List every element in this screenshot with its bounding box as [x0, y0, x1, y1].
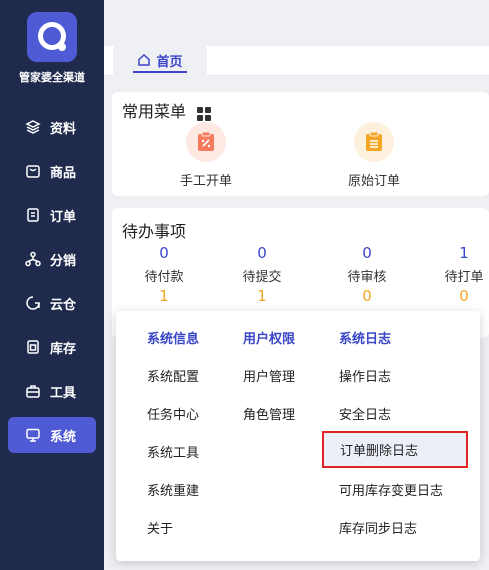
toolbox-icon — [24, 382, 42, 400]
manual-order-icon — [186, 122, 226, 162]
todo-label: 待提交 — [242, 270, 282, 285]
sidebar-item-label: 系统 — [50, 429, 77, 445]
menu-item-system-rebuild[interactable]: 系统重建 — [147, 480, 199, 499]
menu-item-available-stock-change-log[interactable]: 可用库存变更日志 — [339, 480, 443, 499]
original-order-icon — [354, 122, 394, 162]
original-order-tile[interactable]: 原始订单 — [314, 122, 434, 189]
sidebar-item-order[interactable]: 订单 — [8, 197, 96, 233]
todo-item-pending-review[interactable]: 0 待审核 0 — [327, 244, 407, 305]
menu-item-order-deletion-log[interactable]: 订单删除日志 — [322, 431, 468, 468]
todo-label: 待审核 — [347, 270, 387, 285]
sidebar-item-label: 商品 — [50, 165, 77, 181]
menu-item-security-log[interactable]: 安全日志 — [339, 404, 391, 423]
todo-label: 待付款 — [144, 270, 184, 285]
todo-count: 0 — [362, 244, 372, 262]
todo-sub-count: 1 — [257, 287, 267, 305]
sidebar-item-label: 云仓 — [50, 297, 77, 313]
top-bar — [104, 0, 489, 46]
common-menu-title: 常用菜单 — [122, 102, 187, 121]
tab-bar: 首页 — [104, 44, 489, 76]
brand-name: 管家婆全渠道 — [19, 71, 85, 84]
sidebar-item-tools[interactable]: 工具 — [8, 373, 96, 409]
tab-home[interactable]: 首页 — [113, 44, 207, 76]
todo-item-pending-submit[interactable]: 0 待提交 1 — [222, 244, 302, 305]
sidebar-item-data[interactable]: 资料 — [8, 109, 96, 145]
sidebar-item-label: 分销 — [50, 253, 77, 269]
monitor-icon — [24, 426, 42, 444]
todo-item-pending-payment[interactable]: 0 待付款 1 — [124, 244, 204, 305]
inventory-icon — [24, 338, 42, 356]
column-heading-system-logs: 系统日志 — [339, 332, 392, 347]
menu-item-system-config[interactable]: 系统配置 — [147, 366, 199, 385]
sidebar-item-label: 订单 — [50, 209, 77, 225]
tab-home-label: 首页 — [156, 54, 183, 70]
common-menu-card: 常用菜单 手工开单 原始订单 — [112, 92, 489, 196]
menu-item-system-tools[interactable]: 系统工具 — [147, 442, 199, 461]
sidebar-item-inventory[interactable]: 库存 — [8, 329, 96, 365]
sidebar-item-label: 库存 — [50, 341, 77, 357]
menu-item-about[interactable]: 关于 — [147, 518, 173, 537]
todo-count: 1 — [459, 244, 469, 262]
cloud-warehouse-icon — [24, 294, 42, 312]
column-heading-system-info: 系统信息 — [147, 332, 200, 347]
menu-item-user-management[interactable]: 用户管理 — [243, 366, 295, 385]
distribution-network-icon — [24, 250, 42, 268]
todo-label: 待打单 — [444, 270, 484, 285]
home-icon — [137, 53, 151, 67]
todo-sub-count: 0 — [362, 287, 372, 305]
sidebar-item-system[interactable]: 系统 — [8, 417, 96, 453]
order-doc-icon — [24, 206, 42, 224]
sidebar-item-label: 工具 — [50, 385, 77, 401]
sidebar-item-goods[interactable]: 商品 — [8, 153, 96, 189]
todo-sub-count: 0 — [459, 287, 469, 305]
todo-count: 0 — [159, 244, 169, 262]
system-menu-panel: 系统信息 用户权限 系统日志 系统配置 任务中心 系统工具 系统重建 关于 用户… — [116, 311, 480, 561]
sidebar-item-cloud-warehouse[interactable]: 云仓 — [8, 285, 96, 321]
manual-order-tile[interactable]: 手工开单 — [146, 122, 266, 189]
menu-item-stock-sync-log[interactable]: 库存同步日志 — [339, 518, 417, 537]
sidebar: 管家婆全渠道 资料 商品 订单 分销 云仓 库存 工具 系统 — [0, 0, 104, 570]
tile-label: 原始订单 — [347, 174, 400, 189]
menu-item-operation-log[interactable]: 操作日志 — [339, 366, 391, 385]
sidebar-item-label: 资料 — [50, 121, 77, 137]
todo-item-pending-print[interactable]: 1 待打单 0 — [424, 244, 489, 305]
sidebar-item-distribution[interactable]: 分销 — [8, 241, 96, 277]
menu-item-task-center[interactable]: 任务中心 — [147, 404, 199, 423]
todo-title: 待办事项 — [122, 222, 187, 241]
menu-item-role-management[interactable]: 角色管理 — [243, 404, 295, 423]
todo-count: 0 — [257, 244, 267, 262]
app-logo — [27, 12, 77, 62]
grid-icon — [197, 106, 212, 121]
column-heading-user-permissions: 用户权限 — [243, 332, 296, 347]
product-box-icon — [24, 162, 42, 180]
layers-icon — [24, 118, 42, 136]
tile-label: 手工开单 — [179, 174, 232, 189]
todo-sub-count: 1 — [159, 287, 169, 305]
